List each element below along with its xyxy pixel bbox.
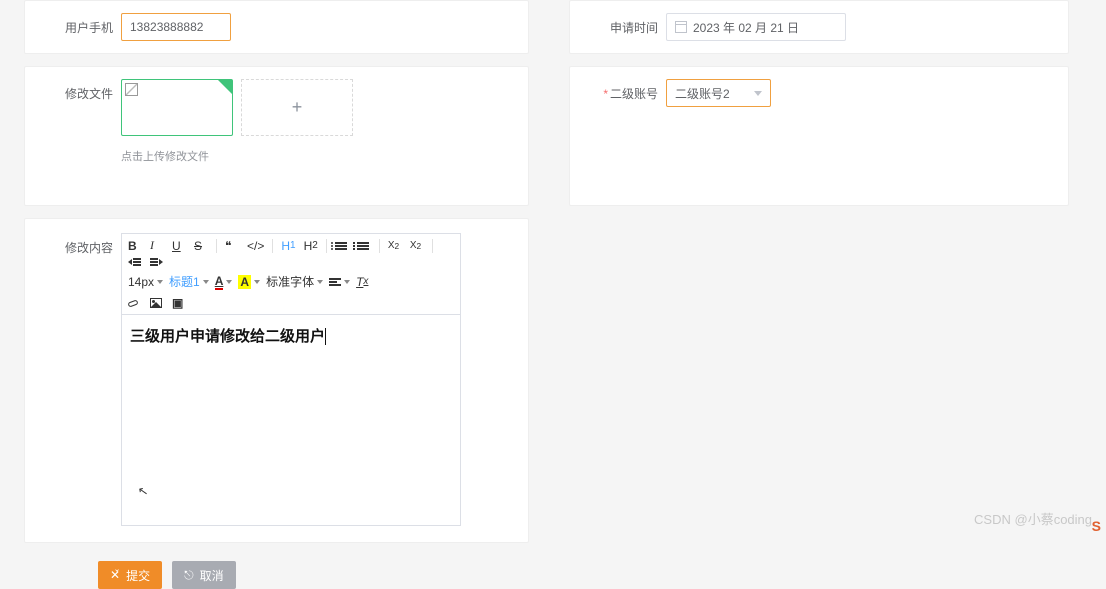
action-bar: ✕̌ 提交 ⎋ 取消 (98, 561, 529, 589)
strikethrough-button[interactable]: S (194, 239, 208, 253)
rich-text-editor: B I U S ❝ </> H1 H2 (121, 233, 461, 526)
submit-button[interactable]: ✕̌ 提交 (98, 561, 162, 589)
editor-content[interactable]: 三级用户申请修改给二级用户 (122, 315, 460, 525)
subscript-button[interactable]: X2 (388, 240, 402, 251)
bullet-list-icon (335, 241, 347, 251)
code-button[interactable]: </> (247, 239, 264, 253)
date-picker[interactable]: 2023 年 02 月 21 日 (666, 13, 846, 41)
toolbar-separator (272, 239, 273, 253)
font-family-select[interactable]: 标准字体 (266, 273, 323, 290)
chevron-down-icon (254, 280, 260, 284)
broken-image-icon (125, 83, 138, 96)
underline-button[interactable]: U (172, 239, 186, 253)
chevron-down-icon (317, 280, 323, 284)
mouse-cursor-icon: ↖ (137, 483, 149, 499)
panel-modify-content: 修改内容 B I U S ❝ </> (24, 218, 529, 543)
h1-button[interactable]: H1 (281, 239, 295, 253)
label-modify-file: 修改文件 (35, 79, 113, 102)
bold-block-button[interactable]: ▣ (172, 296, 186, 310)
image-button[interactable] (150, 298, 164, 308)
outdent-icon (128, 257, 141, 267)
chevron-down-icon (203, 280, 209, 284)
clear-format-button[interactable]: Tx (356, 275, 370, 289)
chevron-down-icon (157, 280, 163, 284)
bg-color-button[interactable]: A (238, 275, 260, 289)
date-value: 2023 年 02 月 21 日 (693, 19, 799, 36)
italic-button[interactable]: I (150, 238, 164, 253)
input-user-phone[interactable] (121, 13, 231, 41)
font-size-select[interactable]: 14px (128, 275, 163, 289)
indent-button[interactable] (150, 257, 164, 267)
label-modify-content: 修改内容 (35, 233, 113, 256)
editor-toolbar: B I U S ❝ </> H1 H2 (122, 234, 460, 315)
plus-icon: + (292, 97, 303, 118)
cancel-button[interactable]: ⎋ 取消 (172, 561, 236, 589)
label-apply-time: 申请时间 (580, 13, 658, 36)
toolbar-separator (326, 239, 327, 253)
upload-success-corner-icon (218, 80, 232, 94)
indent-icon (150, 257, 163, 267)
check-icon: ✕̌ (110, 568, 120, 582)
toolbar-separator (379, 239, 380, 253)
cancel-icon: ⎋ (184, 568, 194, 583)
heading-select[interactable]: 标题1 (169, 273, 209, 290)
upload-tip: 点击上传修改文件 (121, 148, 518, 164)
superscript-button[interactable]: X2 (410, 240, 424, 251)
image-icon (150, 298, 162, 308)
panel-modify-file: 修改文件 + 点击上传修改文件 (24, 66, 529, 206)
toolbar-separator (432, 239, 433, 253)
chevron-down-icon (226, 280, 232, 284)
h2-button[interactable]: H2 (304, 239, 318, 253)
panel-apply-time: 申请时间 2023 年 02 月 21 日 (569, 0, 1069, 54)
upload-thumbnail[interactable] (121, 79, 233, 136)
link-button[interactable] (128, 301, 142, 306)
align-icon (329, 277, 341, 287)
chevron-down-icon (344, 280, 350, 284)
ordered-list-icon (357, 241, 369, 251)
watermark: CSDN @小蔡coding (974, 509, 1092, 528)
panel-secondary-account: *二级账号 二级账号2 (569, 66, 1069, 206)
upload-add-button[interactable]: + (241, 79, 353, 136)
toolbar-separator (216, 239, 217, 253)
chevron-down-icon (754, 91, 762, 96)
align-button[interactable] (329, 277, 350, 287)
corner-logo-fragment: S (1092, 518, 1102, 534)
bullet-list-button[interactable] (335, 241, 349, 251)
link-icon (127, 299, 138, 307)
secondary-account-select[interactable]: 二级账号2 (666, 79, 771, 107)
bold-button[interactable]: B (128, 239, 142, 253)
label-secondary-account: *二级账号 (580, 79, 658, 102)
blockquote-button[interactable]: ❝ (225, 239, 239, 253)
font-color-button[interactable]: A (215, 274, 233, 290)
label-user-phone: 用户手机 (35, 13, 113, 36)
outdent-button[interactable] (128, 257, 142, 267)
select-value: 二级账号2 (675, 85, 730, 102)
ordered-list-button[interactable] (357, 241, 371, 251)
calendar-icon (675, 21, 687, 33)
panel-user-phone: 用户手机 (24, 0, 529, 54)
